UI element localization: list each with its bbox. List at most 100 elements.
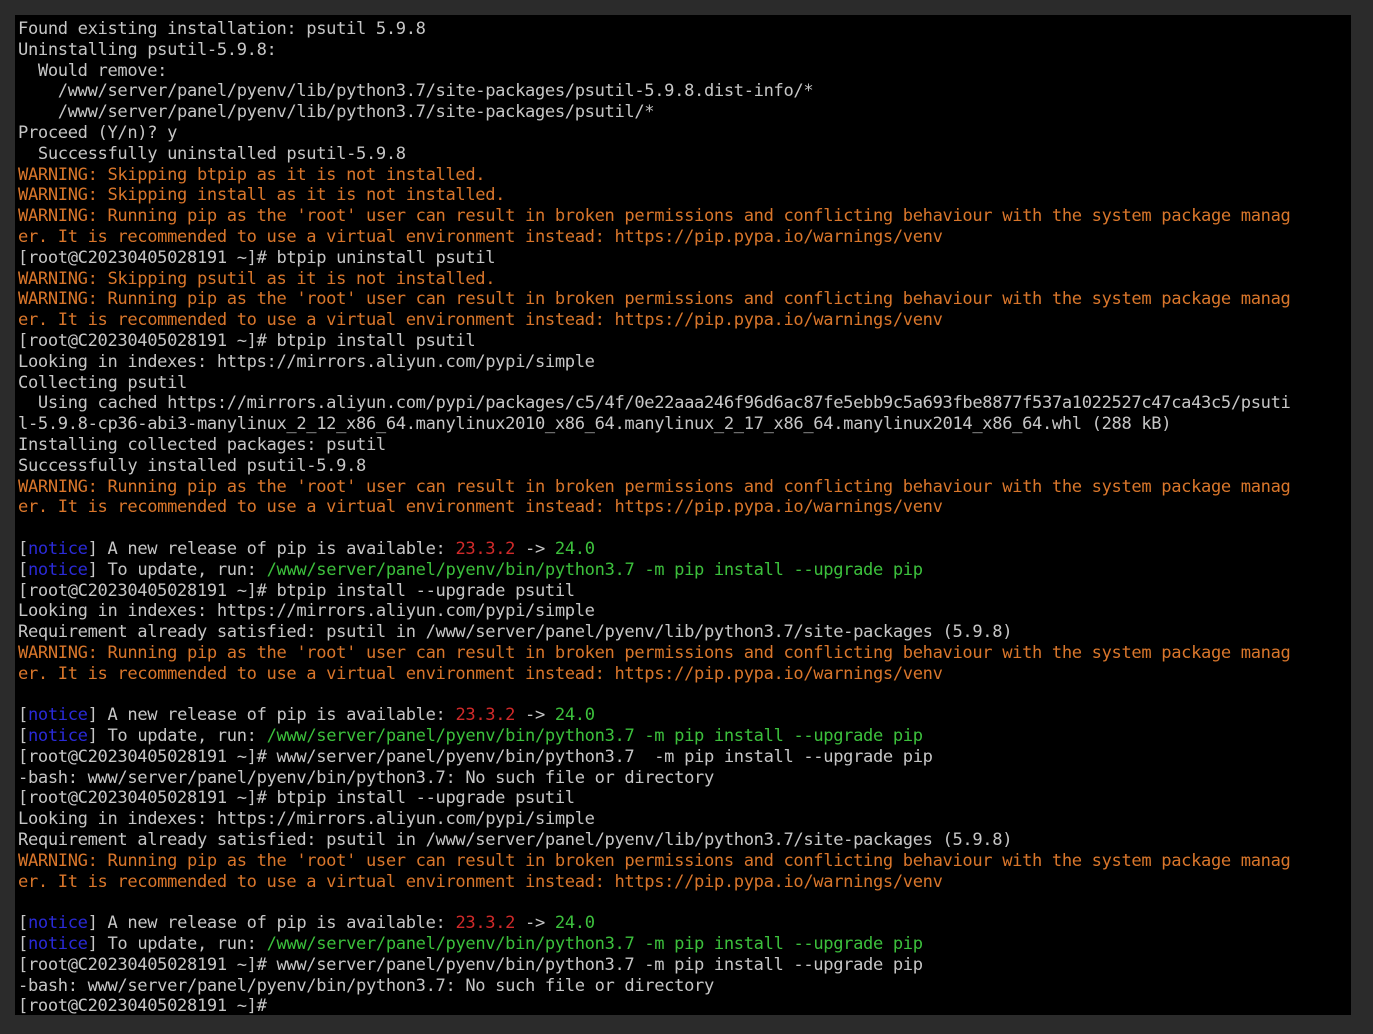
- output-text: ] A new release of pip is available:: [87, 705, 456, 726]
- terminal-line: WARNING: Running pip as the 'root' user …: [18, 289, 1351, 310]
- notice-tag: notice: [27, 705, 88, 726]
- terminal-line: WARNING: Running pip as the 'root' user …: [18, 851, 1351, 872]
- terminal-line: -bash: www/server/panel/pyenv/bin/python…: [18, 976, 1351, 997]
- terminal-line: er. It is recommended to use a virtual e…: [18, 310, 1351, 331]
- terminal-line: /www/server/panel/pyenv/lib/python3.7/si…: [18, 102, 1351, 123]
- terminal-line: WARNING: Running pip as the 'root' user …: [18, 206, 1351, 227]
- warning-text: WARNING: Running pip as the 'root' user …: [18, 289, 1291, 310]
- output-text: [root@C20230405028191 ~]# btpip install …: [18, 330, 476, 351]
- output-text: /www/server/panel/pyenv/lib/python3.7/si…: [18, 102, 655, 123]
- notice-tag: notice: [27, 934, 88, 955]
- highlight-text: /www/server/panel/pyenv/bin/python3.7 -m…: [266, 934, 923, 955]
- warning-text: WARNING: Skipping install as it is not i…: [18, 185, 506, 206]
- output-text: -bash: www/server/panel/pyenv/bin/python…: [18, 767, 714, 788]
- output-text: [root@C20230405028191 ~]# btpip install …: [18, 788, 575, 809]
- output-text: ] To update, run:: [87, 934, 267, 955]
- terminal-line: WARNING: Skipping install as it is not i…: [18, 185, 1351, 206]
- output-text: Would remove:: [18, 60, 168, 81]
- output-text: Successfully uninstalled psutil-5.9.8: [18, 143, 406, 164]
- terminal-line: WARNING: Skipping btpip as it is not ins…: [18, 165, 1351, 186]
- terminal-line: er. It is recommended to use a virtual e…: [18, 872, 1351, 893]
- terminal-line: Proceed (Y/n)? y: [18, 123, 1351, 144]
- old-version-text: 23.3.2: [455, 705, 516, 726]
- terminal-line: Uninstalling psutil-5.9.8:: [18, 40, 1351, 61]
- warning-text: WARNING: Skipping psutil as it is not in…: [18, 268, 496, 289]
- output-text: l-5.9.8-cp36-abi3-manylinux_2_12_x86_64.…: [18, 414, 1172, 435]
- output-text: Successfully installed psutil-5.9.8: [18, 455, 366, 476]
- terminal-line: [root@C20230405028191 ~]# www/server/pan…: [18, 955, 1351, 976]
- output-text: Looking in indexes: https://mirrors.aliy…: [18, 601, 595, 622]
- terminal-line: Would remove:: [18, 61, 1351, 82]
- highlight-text: /www/server/panel/pyenv/bin/python3.7 -m…: [266, 559, 923, 580]
- terminal-line: l-5.9.8-cp36-abi3-manylinux_2_12_x86_64.…: [18, 414, 1351, 435]
- terminal-line: WARNING: Skipping psutil as it is not in…: [18, 269, 1351, 290]
- terminal-output[interactable]: Found existing installation: psutil 5.9.…: [18, 19, 1351, 1015]
- output-text: ] A new release of pip is available:: [87, 538, 456, 559]
- terminal-line: [notice] To update, run: /www/server/pan…: [18, 934, 1351, 955]
- output-text: Found existing installation: psutil 5.9.…: [18, 19, 426, 39]
- output-text: ] To update, run:: [87, 559, 267, 580]
- terminal-line: Looking in indexes: https://mirrors.aliy…: [18, 352, 1351, 373]
- output-text: [: [18, 538, 28, 559]
- terminal-line: /www/server/panel/pyenv/lib/python3.7/si…: [18, 81, 1351, 102]
- output-text: Looking in indexes: https://mirrors.aliy…: [18, 351, 595, 372]
- output-text: [: [18, 726, 28, 747]
- warning-text: er. It is recommended to use a virtual e…: [18, 226, 943, 247]
- warning-text: WARNING: Running pip as the 'root' user …: [18, 850, 1291, 871]
- terminal-line: er. It is recommended to use a virtual e…: [18, 664, 1351, 685]
- terminal-line: [root@C20230405028191 ~]# www/server/pan…: [18, 747, 1351, 768]
- old-version-text: 23.3.2: [455, 913, 516, 934]
- terminal-line: Installing collected packages: psutil: [18, 435, 1351, 456]
- terminal-line: Requirement already satisfied: psutil in…: [18, 622, 1351, 643]
- terminal-line: Looking in indexes: https://mirrors.aliy…: [18, 601, 1351, 622]
- terminal-line: Requirement already satisfied: psutil in…: [18, 830, 1351, 851]
- output-text: Installing collected packages: psutil: [18, 434, 386, 455]
- terminal-line: Using cached https://mirrors.aliyun.com/…: [18, 393, 1351, 414]
- terminal-line: [root@C20230405028191 ~]# btpip install …: [18, 331, 1351, 352]
- output-text: [: [18, 913, 28, 934]
- highlight-text: 24.0: [554, 705, 595, 726]
- warning-text: er. It is recommended to use a virtual e…: [18, 871, 943, 892]
- output-text: [root@C20230405028191 ~]# btpip install …: [18, 580, 575, 601]
- output-text: ->: [515, 705, 555, 726]
- terminal-line: WARNING: Running pip as the 'root' user …: [18, 643, 1351, 664]
- output-text: [: [18, 705, 28, 726]
- notice-tag: notice: [27, 726, 88, 747]
- output-text: [: [18, 559, 28, 580]
- warning-text: WARNING: Running pip as the 'root' user …: [18, 642, 1291, 663]
- terminal-window[interactable]: Found existing installation: psutil 5.9.…: [15, 15, 1351, 1015]
- terminal-line: [notice] A new release of pip is availab…: [18, 913, 1351, 934]
- terminal-line: er. It is recommended to use a virtual e…: [18, 227, 1351, 248]
- output-text: Uninstalling psutil-5.9.8:: [18, 39, 277, 60]
- terminal-line: Successfully uninstalled psutil-5.9.8: [18, 144, 1351, 165]
- output-text: ] To update, run:: [87, 726, 267, 747]
- terminal-line: [notice] A new release of pip is availab…: [18, 539, 1351, 560]
- terminal-line: Collecting psutil: [18, 373, 1351, 394]
- output-text: Looking in indexes: https://mirrors.aliy…: [18, 809, 595, 830]
- warning-text: WARNING: Skipping btpip as it is not ins…: [18, 164, 486, 185]
- output-text: Requirement already satisfied: psutil in…: [18, 830, 1013, 851]
- output-text: [root@C20230405028191 ~]# www/server/pan…: [18, 746, 933, 767]
- output-text: Using cached https://mirrors.aliyun.com/…: [18, 393, 1291, 414]
- warning-text: WARNING: Running pip as the 'root' user …: [18, 206, 1291, 227]
- terminal-line: Looking in indexes: https://mirrors.aliy…: [18, 809, 1351, 830]
- terminal-line: [root@C20230405028191 ~]# btpip uninstal…: [18, 248, 1351, 269]
- terminal-line: [root@C20230405028191 ~]# btpip install …: [18, 581, 1351, 602]
- warning-text: WARNING: Running pip as the 'root' user …: [18, 476, 1291, 497]
- notice-tag: notice: [27, 559, 88, 580]
- terminal-line: [notice] To update, run: /www/server/pan…: [18, 726, 1351, 747]
- terminal-line: [root@C20230405028191 ~]# btpip install …: [18, 788, 1351, 809]
- terminal-line: er. It is recommended to use a virtual e…: [18, 497, 1351, 518]
- terminal-line: WARNING: Running pip as the 'root' user …: [18, 477, 1351, 498]
- old-version-text: 23.3.2: [455, 538, 516, 559]
- warning-text: er. It is recommended to use a virtual e…: [18, 310, 943, 331]
- warning-text: er. It is recommended to use a virtual e…: [18, 663, 943, 684]
- output-text: ] A new release of pip is available:: [87, 913, 456, 934]
- output-text: [root@C20230405028191 ~]#: [18, 996, 267, 1015]
- prompt-cursor[interactable]: [267, 999, 277, 1015]
- output-text: Proceed (Y/n)? y: [18, 122, 178, 143]
- terminal-line: Successfully installed psutil-5.9.8: [18, 456, 1351, 477]
